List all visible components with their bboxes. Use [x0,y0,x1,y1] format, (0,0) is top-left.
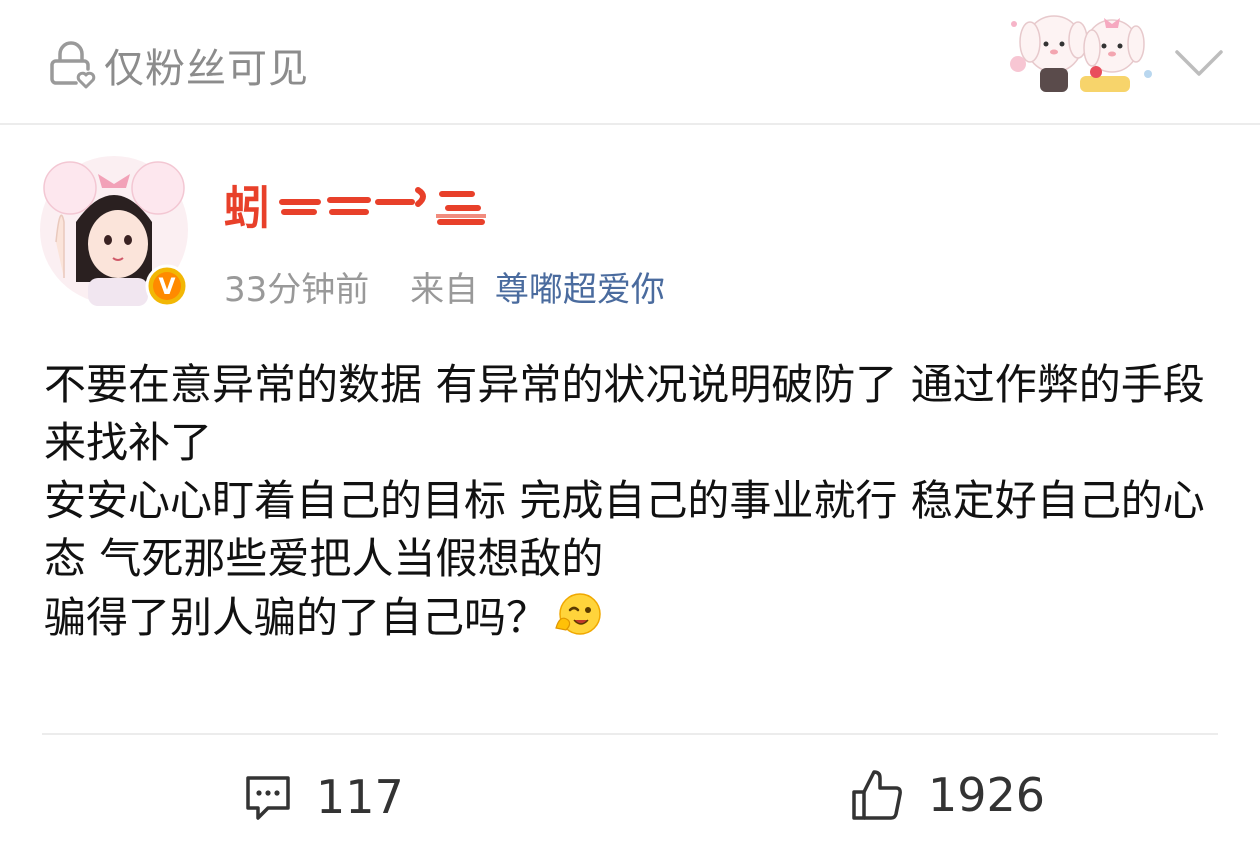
post-meta: 33分钟前 来自 尊嘟超爱你 [224,262,665,311]
lock-heart-icon [50,41,96,89]
visibility-indicator: 仅粉丝可见 [46,36,309,94]
decorative-bunny-sticker [1010,15,1152,92]
thumbs-up-icon [852,770,902,820]
post-content: 不要在意异常的数据 有异常的状况说明破防了 通过作弊的手段来找补了 安安心心盯着… [44,356,1229,647]
avatar[interactable]: V [36,152,192,310]
post-paragraph-1: 不要在意异常的数据 有异常的状况说明破防了 通过作弊的手段来找补了 [44,360,1205,467]
comment-icon [246,776,290,820]
from-label: 来自 [410,270,479,310]
post-paragraph-3: 骗得了别人骗的了自己吗？ [44,588,1229,647]
source-link[interactable]: 尊嘟超爱你 [495,270,665,310]
like-button[interactable]: 1926 [848,766,1045,824]
post-time: 33分钟前 [224,270,370,310]
chevron-down-icon[interactable] [1172,42,1226,82]
top-bar: 仅粉丝可见 [0,0,1260,125]
wink-emoji-icon [555,593,601,635]
visibility-label: 仅粉丝可见 [104,46,309,92]
comment-count: 117 [316,770,404,824]
post-paragraph-2: 安安心心盯着自己的目标 完成自己的事业就行 稳定好自己的心态 气死那些爱把人当假… [44,476,1205,583]
comment-button[interactable]: 117 [242,770,404,824]
username-scribbled[interactable]: 蚓 [222,176,502,236]
svg-text:蚓: 蚓 [224,181,270,235]
like-count: 1926 [928,768,1046,822]
divider [42,733,1218,735]
svg-text:V: V [158,275,175,300]
